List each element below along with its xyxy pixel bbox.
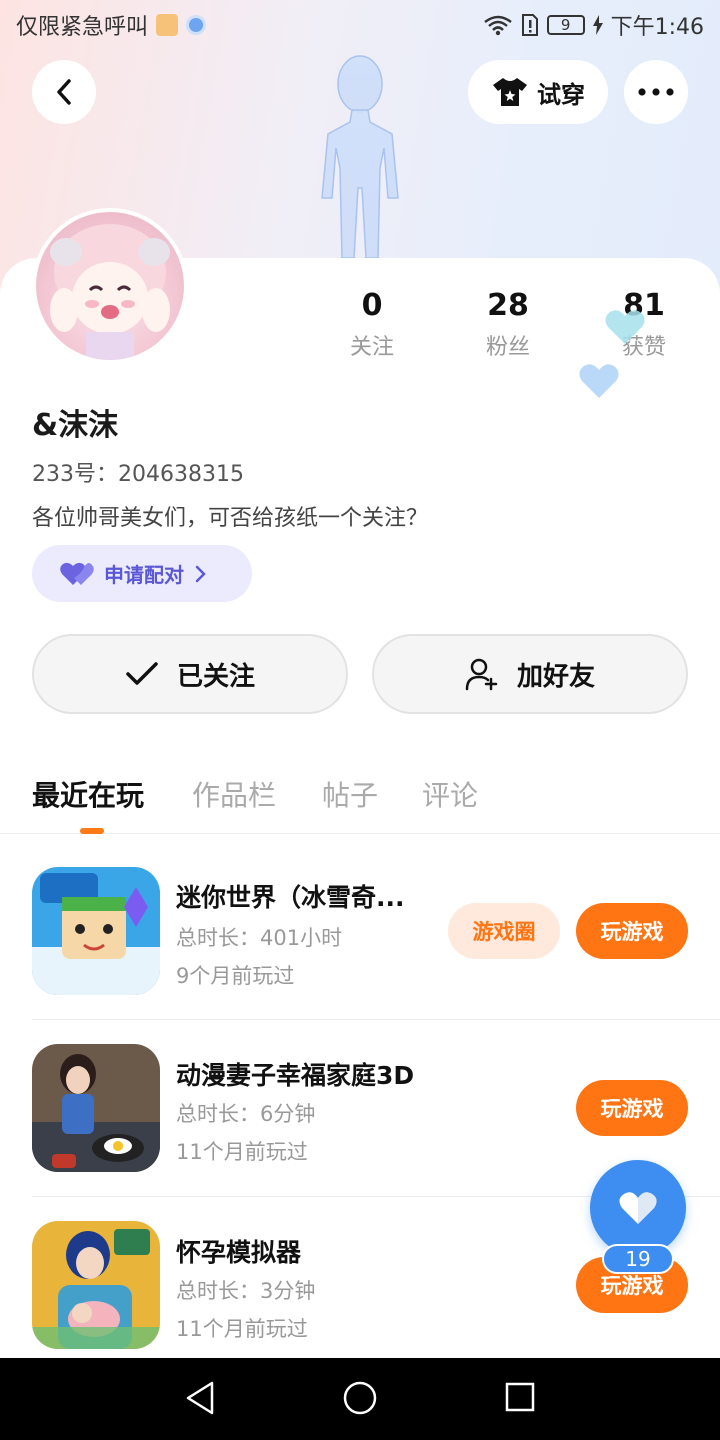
stat-value: 28 xyxy=(487,288,529,323)
try-on-button[interactable]: 试穿 xyxy=(468,60,608,124)
list-divider xyxy=(32,1019,720,1020)
following-button[interactable]: 已关注 xyxy=(32,634,348,714)
notification-browser-icon xyxy=(186,15,207,35)
anime-girl-avatar-image xyxy=(50,224,170,360)
stat-label: 关注 xyxy=(349,335,394,360)
home-circle-icon[interactable] xyxy=(342,1380,378,1416)
tab-works[interactable]: 作品栏 xyxy=(192,774,276,814)
floating-heart-icon xyxy=(605,310,645,344)
avatar-hologram-figure xyxy=(321,55,399,259)
game-icon-mini-world xyxy=(32,867,160,995)
game-title: 动漫妻子幸福家庭3D xyxy=(176,1061,415,1090)
floating-heart-icon xyxy=(579,364,619,398)
game-list-item[interactable]: 迷你世界（冰雪奇... 总时长：401小时 9个月前玩过 游戏圈 玩游戏 xyxy=(0,852,720,1022)
back-button[interactable] xyxy=(32,60,96,124)
user-bio: 各位帅哥美女们，可否给孩纸一个关注？ xyxy=(32,506,429,531)
active-tab-indicator xyxy=(80,828,104,834)
recents-square-icon[interactable] xyxy=(504,1380,536,1416)
charging-icon xyxy=(592,15,603,35)
chevron-left-icon xyxy=(57,79,71,105)
profile-stats: 0 关注 28 粉丝 81 获赞 xyxy=(300,288,720,368)
battery-indicator: 9 xyxy=(546,15,585,35)
status-bar: 仅限紧急呼叫 9 下午1:46 xyxy=(0,0,720,50)
game-last-played: 9个月前玩过 xyxy=(176,964,295,988)
sim-alert-icon xyxy=(521,14,538,36)
carrier-text: 仅限紧急呼叫 xyxy=(16,15,149,40)
game-title: 怀孕模拟器 xyxy=(176,1238,302,1267)
game-duration: 总时长：3分钟 xyxy=(176,1279,316,1303)
game-circle-button[interactable]: 游戏圈 xyxy=(448,903,560,959)
game-last-played: 11个月前玩过 xyxy=(176,1140,308,1164)
more-button[interactable] xyxy=(624,60,688,124)
play-game-button[interactable]: 玩游戏 xyxy=(576,903,688,959)
game-icon-pregnancy-simulator xyxy=(32,1221,160,1349)
play-game-button[interactable]: 玩游戏 xyxy=(576,1080,688,1136)
request-pair-label: 申请配对 xyxy=(104,563,184,587)
stat-followers[interactable]: 28 粉丝 xyxy=(448,288,568,361)
heart-icon xyxy=(619,1192,657,1224)
stat-value: 0 xyxy=(361,288,383,323)
tab-posts[interactable]: 帖子 xyxy=(322,774,378,814)
game-last-played: 11个月前玩过 xyxy=(176,1317,308,1341)
request-pair-button[interactable]: 申请配对 xyxy=(32,545,252,602)
avatar[interactable] xyxy=(32,208,188,364)
add-user-icon xyxy=(465,658,498,691)
like-count-badge: 19 xyxy=(602,1244,674,1274)
game-title: 迷你世界（冰雪奇... xyxy=(176,883,405,912)
game-duration: 总时长：401小时 xyxy=(176,926,343,950)
checkmark-icon xyxy=(126,662,158,685)
chevron-right-icon xyxy=(195,565,206,582)
wifi-icon xyxy=(483,15,512,36)
system-navigation-bar xyxy=(0,1358,720,1440)
tshirt-icon xyxy=(493,78,527,106)
add-friend-label: 加好友 xyxy=(516,661,595,692)
back-triangle-icon[interactable] xyxy=(184,1380,216,1416)
double-heart-icon xyxy=(60,562,94,585)
clock: 下午1:46 xyxy=(610,15,704,40)
stat-following[interactable]: 0 关注 xyxy=(312,288,432,361)
tab-comments[interactable]: 评论 xyxy=(422,774,478,814)
floating-like-button[interactable] xyxy=(590,1160,686,1256)
try-on-label: 试穿 xyxy=(537,80,585,109)
username: &沫沫 xyxy=(32,408,119,443)
game-icon-anime-wife xyxy=(32,1044,160,1172)
tab-recently-played[interactable]: 最近在玩 xyxy=(32,774,144,814)
following-label: 已关注 xyxy=(176,661,255,692)
more-dots-icon xyxy=(638,88,674,96)
game-duration: 总时长：6分钟 xyxy=(176,1102,316,1126)
user-id: 233号：204638315 xyxy=(32,462,244,487)
add-friend-button[interactable]: 加好友 xyxy=(372,634,688,714)
notification-app-icon xyxy=(156,14,179,36)
profile-tabs: 最近在玩 作品栏 帖子 评论 xyxy=(0,772,720,834)
stat-label: 粉丝 xyxy=(485,335,530,360)
